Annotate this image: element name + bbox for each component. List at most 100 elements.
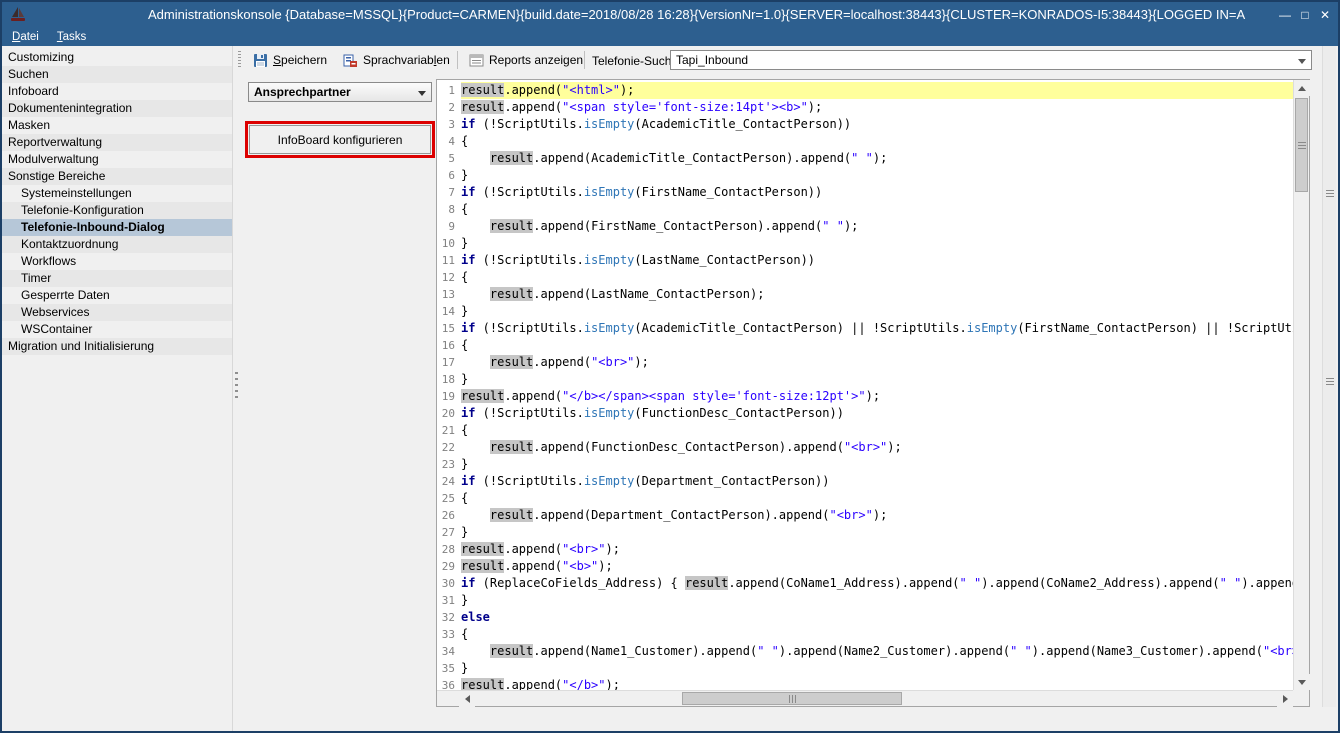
code-line[interactable]: 26 result.append(Department_ContactPerso… [437, 507, 1293, 524]
code-line[interactable]: 15if (!ScriptUtils.isEmpty(AcademicTitle… [437, 320, 1293, 337]
code-line[interactable]: 4{ [437, 133, 1293, 150]
code-line[interactable]: 2result.append("<span style='font-size:1… [437, 99, 1293, 116]
line-number: 28 [437, 541, 461, 558]
sidebar-item-migration-und-initialisierung[interactable]: Migration und Initialisierung [2, 338, 232, 355]
line-number: 22 [437, 439, 461, 456]
code-line[interactable]: 11if (!ScriptUtils.isEmpty(LastName_Cont… [437, 252, 1293, 269]
line-number: 10 [437, 235, 461, 252]
line-number: 12 [437, 269, 461, 286]
sidebar-item-kontaktzuordnung[interactable]: Kontaktzuordnung [2, 236, 232, 253]
language-variables-button-label: Sprachvariablen [363, 53, 450, 67]
code-line[interactable]: 36result.append("</b>"); [437, 677, 1293, 690]
panel-grip-icon[interactable] [1326, 378, 1334, 386]
code-line[interactable]: 34 result.append(Name1_Customer).append(… [437, 643, 1293, 660]
code-text: if (!ScriptUtils.isEmpty(AcademicTitle_C… [461, 116, 1293, 133]
scroll-down-button[interactable] [1294, 674, 1310, 690]
minimize-button[interactable]: — [1275, 5, 1295, 25]
code-line[interactable]: 33{ [437, 626, 1293, 643]
code-line[interactable]: 19result.append("</b></span><span style=… [437, 388, 1293, 405]
sidebar-item-timer[interactable]: Timer [2, 270, 232, 287]
horizontal-scrollbar-thumb[interactable] [682, 692, 902, 705]
code-line[interactable]: 25{ [437, 490, 1293, 507]
code-line[interactable]: 22 result.append(FunctionDesc_ContactPer… [437, 439, 1293, 456]
code-line[interactable]: 7if (!ScriptUtils.isEmpty(FirstName_Cont… [437, 184, 1293, 201]
line-number: 14 [437, 303, 461, 320]
sidebar-item-suchen[interactable]: Suchen [2, 66, 232, 83]
code-line[interactable]: 28result.append("<br>"); [437, 541, 1293, 558]
chevron-down-icon[interactable] [1298, 59, 1306, 64]
code-line[interactable]: 27} [437, 524, 1293, 541]
title-bar[interactable]: Administrationskonsole {Database=MSSQL}{… [2, 2, 1338, 28]
sidebar-item-telefonie-konfiguration[interactable]: Telefonie-Konfiguration [2, 202, 232, 219]
close-button[interactable]: ✕ [1315, 5, 1335, 25]
code-line[interactable]: 30if (ReplaceCoFields_Address) { result.… [437, 575, 1293, 592]
code-line[interactable]: 18} [437, 371, 1293, 388]
line-number: 2 [437, 99, 461, 116]
sidebar-item-modulverwaltung[interactable]: Modulverwaltung [2, 151, 232, 168]
line-number: 5 [437, 150, 461, 167]
code-line[interactable]: 14} [437, 303, 1293, 320]
line-number: 32 [437, 609, 461, 626]
scroll-right-button[interactable] [1277, 691, 1293, 707]
code-text: result.append(Name1_Customer).append(" "… [461, 643, 1293, 660]
telefonie-suche-combobox[interactable]: Tapi_Inbound [670, 50, 1312, 70]
code-line[interactable]: 6} [437, 167, 1293, 184]
code-text: result.append("<br>"); [461, 354, 1293, 371]
code-line[interactable]: 23} [437, 456, 1293, 473]
menu-datei[interactable]: Datei [12, 31, 39, 43]
vertical-scrollbar-thumb[interactable] [1295, 98, 1308, 192]
code-text: result.append("<html>"); [461, 82, 1293, 99]
vertical-scrollbar[interactable] [1293, 80, 1309, 690]
save-button[interactable]: Speichern [248, 49, 332, 71]
sidebar-item-webservices[interactable]: Webservices [2, 304, 232, 321]
code-line[interactable]: 10} [437, 235, 1293, 252]
code-line[interactable]: 31} [437, 592, 1293, 609]
code-line[interactable]: 13 result.append(LastName_ContactPerson)… [437, 286, 1293, 303]
sidebar-item-sonstige-bereiche[interactable]: Sonstige Bereiche [2, 168, 232, 185]
line-number: 19 [437, 388, 461, 405]
code-text: { [461, 337, 1293, 354]
sidebar-item-workflows[interactable]: Workflows [2, 253, 232, 270]
sidebar-item-infoboard[interactable]: Infoboard [2, 83, 232, 100]
code-line[interactable]: 9 result.append(FirstName_ContactPerson)… [437, 218, 1293, 235]
menu-bar: Datei Tasks [2, 28, 1338, 46]
code-line[interactable]: 21{ [437, 422, 1293, 439]
sidebar-item-wscontainer[interactable]: WSContainer [2, 321, 232, 338]
line-number: 16 [437, 337, 461, 354]
sidebar-item-masken[interactable]: Masken [2, 117, 232, 134]
ansprechpartner-dropdown[interactable]: Ansprechpartner [248, 82, 432, 102]
sidebar-splitter-grip-icon[interactable] [235, 372, 238, 400]
sidebar-item-gesperrte-daten[interactable]: Gesperrte Daten [2, 287, 232, 304]
code-line[interactable]: 35} [437, 660, 1293, 677]
code-line[interactable]: 12{ [437, 269, 1293, 286]
code-line[interactable]: 3if (!ScriptUtils.isEmpty(AcademicTitle_… [437, 116, 1293, 133]
scroll-up-button[interactable] [1294, 80, 1310, 96]
code-line[interactable]: 17 result.append("<br>"); [437, 354, 1293, 371]
code-area[interactable]: 1result.append("<html>");2result.append(… [437, 80, 1293, 690]
sidebar-item-systemeinstellungen[interactable]: Systemeinstellungen [2, 185, 232, 202]
line-number: 29 [437, 558, 461, 575]
show-reports-button[interactable]: Reports anzeigen [464, 49, 588, 71]
sidebar-item-dokumentenintegration[interactable]: Dokumentenintegration [2, 100, 232, 117]
menu-tasks[interactable]: Tasks [57, 31, 86, 43]
horizontal-scrollbar[interactable] [437, 690, 1293, 706]
code-line[interactable]: 24if (!ScriptUtils.isEmpty(Department_Co… [437, 473, 1293, 490]
panel-grip-icon[interactable] [1326, 190, 1334, 198]
code-line[interactable]: 29result.append("<b>"); [437, 558, 1293, 575]
sidebar-item-telefonie-inbound-dialog[interactable]: Telefonie-Inbound-Dialog [2, 219, 232, 236]
code-line[interactable]: 1result.append("<html>"); [437, 82, 1293, 99]
scroll-left-button[interactable] [459, 691, 475, 707]
toolbar-drag-handle-icon[interactable] [238, 51, 241, 68]
sidebar-item-reportverwaltung[interactable]: Reportverwaltung [2, 134, 232, 151]
code-line[interactable]: 5 result.append(AcademicTitle_ContactPer… [437, 150, 1293, 167]
code-text: if (ReplaceCoFields_Address) { result.ap… [461, 575, 1293, 592]
sidebar-item-customizing[interactable]: Customizing [2, 49, 232, 66]
chevron-down-icon[interactable] [418, 91, 426, 96]
language-variables-button[interactable]: Sprachvariablen [338, 49, 455, 71]
infoboard-configure-button[interactable]: InfoBoard konfigurieren [249, 125, 431, 154]
code-line[interactable]: 8{ [437, 201, 1293, 218]
code-line[interactable]: 16{ [437, 337, 1293, 354]
code-line[interactable]: 20if (!ScriptUtils.isEmpty(FunctionDesc_… [437, 405, 1293, 422]
code-line[interactable]: 32else [437, 609, 1293, 626]
maximize-button[interactable]: □ [1295, 5, 1315, 25]
